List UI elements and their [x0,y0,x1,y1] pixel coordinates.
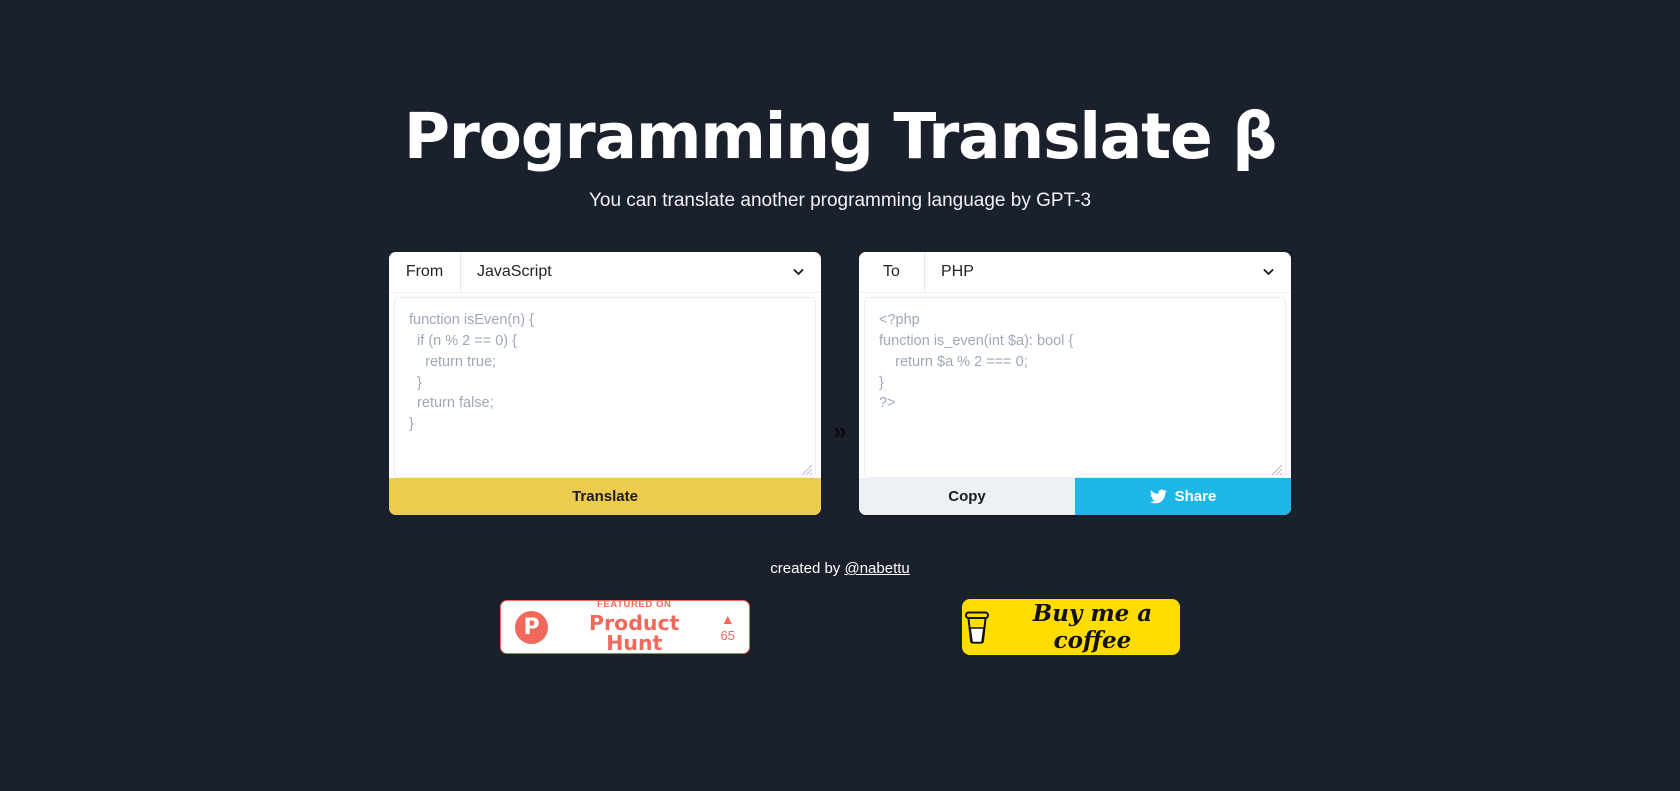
from-language-select[interactable]: JavaScript [461,252,821,292]
page-header: Programming Translate β You can translat… [0,0,1680,212]
author-link[interactable]: @nabettu [844,560,909,577]
translator-container: From JavaScript function isEven(n) { if … [389,252,1291,516]
page-subtitle: You can translate another programming la… [588,190,1092,212]
to-code-area[interactable]: <?php function is_even(int $a): bool { r… [864,297,1286,479]
chevron-down-icon [792,266,805,279]
from-language-value: JavaScript [477,263,552,281]
product-hunt-text: FEATURED ON Product Hunt [559,600,710,654]
to-panel-actions: Copy Share [859,478,1291,516]
to-label: To [859,252,925,293]
to-panel: To PHP <?php function is_even(int $a): b… [859,252,1291,516]
copy-button[interactable]: Copy [859,478,1075,516]
badge-row: P FEATURED ON Product Hunt ▲ 65 Buy me a… [0,599,1680,656]
created-by-prefix: created by [770,560,845,578]
share-button-label: Share [1174,488,1217,506]
to-language-select[interactable]: PHP [925,252,1291,292]
product-hunt-badge[interactable]: P FEATURED ON Product Hunt ▲ 65 [500,600,750,655]
product-hunt-logo-icon: P [515,610,548,644]
from-panel-header: From JavaScript [389,252,821,294]
chevron-down-icon [1262,266,1275,279]
created-by-line: created by @nabettu [0,560,1680,577]
page-root: Programming Translate β You can translat… [0,0,1680,791]
resize-handle-icon[interactable] [1271,463,1283,476]
to-code-text[interactable]: <?php function is_even(int $a): bool { r… [865,298,1285,426]
to-language-value: PHP [941,263,974,281]
translate-button[interactable]: Translate [389,478,821,516]
page-footer: created by @nabettu P FEATURED ON Produc… [0,560,1680,656]
buy-me-a-coffee-label: Buy me a coffee [1032,600,1153,655]
from-code-area[interactable]: function isEven(n) { if (n % 2 == 0) { r… [394,297,816,479]
direction-arrow-icon: » [833,416,847,445]
from-panel: From JavaScript function isEven(n) { if … [389,252,821,516]
from-panel-actions: Translate [389,478,821,516]
product-hunt-upvotes: ▲ 65 [721,612,735,642]
page-title: Programming Translate β [403,100,1278,173]
coffee-cup-icon [962,610,992,644]
product-hunt-name: Product Hunt [589,610,680,656]
share-button[interactable]: Share [1075,478,1291,516]
from-code-text[interactable]: function isEven(n) { if (n % 2 == 0) { r… [395,298,815,447]
upvote-count: 65 [720,628,735,644]
product-hunt-featured-label: FEATURED ON [597,599,672,611]
resize-handle-icon[interactable] [801,463,813,476]
from-label: From [389,252,461,293]
buy-me-a-coffee-button[interactable]: Buy me a coffee [962,599,1180,656]
to-panel-header: To PHP [859,252,1291,294]
upvote-triangle-icon: ▲ [720,611,735,628]
twitter-icon [1149,488,1167,505]
